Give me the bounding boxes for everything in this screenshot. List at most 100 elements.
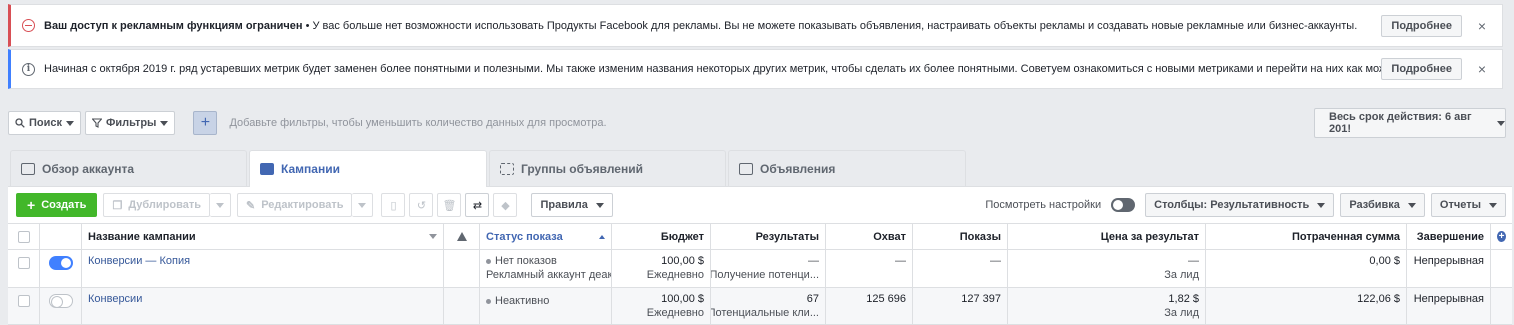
clipboard-icon: ▯ xyxy=(390,199,397,212)
edit-button[interactable]: ✎ Редактировать xyxy=(237,193,353,217)
budget-column-header[interactable]: Бюджет xyxy=(612,224,711,249)
breakdown-button[interactable]: Разбивка xyxy=(1340,193,1425,217)
campaign-name-link[interactable]: Конверсии xyxy=(88,293,142,305)
date-range-picker[interactable]: Весь срок действия: 6 авг 201! xyxy=(1314,108,1506,138)
column-label: Потраченная сумма xyxy=(1291,230,1400,243)
chevron-down-icon xyxy=(216,202,224,208)
warning-cell xyxy=(444,288,480,324)
row-spacer xyxy=(1491,250,1512,287)
view-settings-toggle[interactable] xyxy=(1111,198,1136,212)
tab-label: Обзор аккаунта xyxy=(42,162,135,176)
chevron-down-icon xyxy=(1407,202,1416,208)
warning-cell xyxy=(444,250,480,287)
revert-icon: ↺ xyxy=(416,199,427,212)
delete-button[interactable]: 🗑 xyxy=(437,193,462,217)
end-cell: Непрерывная xyxy=(1407,288,1491,324)
learn-more-button[interactable]: Подробнее xyxy=(1381,14,1462,37)
reports-button[interactable]: Отчеты xyxy=(1430,193,1506,217)
results-cell: — Получение потенци... xyxy=(711,250,826,287)
name-column-header[interactable]: Название кампании xyxy=(82,224,444,249)
learn-more-button[interactable]: Подробнее xyxy=(1381,58,1462,80)
row-checkbox[interactable] xyxy=(17,295,30,307)
rules-button[interactable]: Правила xyxy=(531,193,613,217)
column-label: Показы xyxy=(959,230,1001,243)
campaigns-panel: + Создать ❐ Дублировать ✎ Редактировать … xyxy=(8,186,1512,325)
cpr-column-header[interactable]: Цена за результат xyxy=(1008,224,1206,249)
filters-button[interactable]: Фильтры xyxy=(85,111,176,135)
plus-icon: + xyxy=(27,197,36,213)
tab-account-overview[interactable]: Обзор аккаунта xyxy=(10,150,247,187)
columns-label: Столбцы: Результативность xyxy=(1154,199,1310,211)
select-all-checkbox[interactable] xyxy=(17,230,30,243)
chevron-down-icon xyxy=(358,202,367,208)
results-cell: 67 Потенциальные кли... xyxy=(711,288,826,324)
duplicate-icon: ❐ xyxy=(112,199,123,212)
edit-dropdown[interactable] xyxy=(352,193,374,217)
grid-icon xyxy=(500,163,514,175)
trash-icon: 🗑 xyxy=(442,199,457,212)
close-icon[interactable]: × xyxy=(1476,62,1488,76)
campaign-toolbar: + Создать ❐ Дублировать ✎ Редактировать … xyxy=(16,193,1506,217)
tab-ads[interactable]: Объявления xyxy=(728,150,966,187)
impressions-cell: 127 397 xyxy=(913,288,1008,324)
reach-column-header[interactable]: Охват xyxy=(826,224,913,249)
campaigns-table: Название кампании Статус показа Бюджет Р… xyxy=(8,223,1512,325)
select-all-cell xyxy=(8,224,40,249)
ab-test-button[interactable]: ▯ xyxy=(381,193,406,217)
ad-icon xyxy=(739,163,753,175)
close-icon[interactable]: × xyxy=(1476,19,1488,33)
columns-button[interactable]: Столбцы: Результативность xyxy=(1145,193,1335,217)
table-row[interactable]: Конверсии Неактивно 100,00 $ Ежедневно 6… xyxy=(8,288,1512,325)
impressions-value: 127 397 xyxy=(961,293,1001,305)
cpr-value: 1,82 $ xyxy=(1168,293,1199,305)
add-column-cell: + xyxy=(1491,224,1512,249)
chevron-down-icon xyxy=(160,120,169,126)
metrics-info-banner: i Начиная с октября 2019 г. ряд устаревш… xyxy=(8,49,1503,89)
row-select-cell xyxy=(8,288,40,324)
level-tabs: Обзор аккаунта Кампании Группы объявлени… xyxy=(10,150,1504,187)
toggle-column-header xyxy=(40,224,82,249)
add-filter-button[interactable]: + xyxy=(193,111,218,135)
banner-message: Ваш доступ к рекламным функциям ограниче… xyxy=(44,19,1358,32)
duplicate-dropdown[interactable] xyxy=(210,193,231,217)
campaign-name-link[interactable]: Конверсии — Копия xyxy=(88,255,190,267)
column-label: Название кампании xyxy=(88,230,196,243)
tab-ad-sets[interactable]: Группы объявлений xyxy=(489,150,726,187)
campaign-toggle[interactable] xyxy=(48,294,73,308)
warning-icon xyxy=(456,232,467,241)
budget-value: 100,00 $ xyxy=(661,293,704,305)
search-button[interactable]: Поиск xyxy=(8,111,82,135)
impressions-column-header[interactable]: Показы xyxy=(913,224,1008,249)
add-column-icon[interactable]: + xyxy=(1497,231,1506,242)
duplicate-button[interactable]: ❐ Дублировать xyxy=(103,193,210,217)
status-dot-icon xyxy=(486,258,491,264)
preview-icon: ⇄ xyxy=(472,199,483,212)
status-subtext: Рекламный аккаунт деакти xyxy=(486,269,612,281)
budget-period: Ежедневно xyxy=(646,307,704,319)
chevron-down-icon xyxy=(1497,120,1505,126)
end-cell: Непрерывная xyxy=(1407,250,1491,287)
end-column-header[interactable]: Завершение xyxy=(1407,224,1491,249)
filter-icon xyxy=(92,118,103,128)
campaign-toggle[interactable] xyxy=(48,256,73,270)
reach-value: — xyxy=(895,255,906,267)
row-toggle-cell xyxy=(40,250,82,287)
status-column-header[interactable]: Статус показа xyxy=(480,224,612,249)
results-column-header[interactable]: Результаты xyxy=(711,224,826,249)
row-checkbox[interactable] xyxy=(17,257,30,269)
revert-button[interactable]: ↺ xyxy=(409,193,434,217)
date-range-label: Весь срок действия: 6 авг 201! xyxy=(1329,111,1472,135)
preview-button[interactable]: ⇄ xyxy=(465,193,490,217)
tab-campaigns[interactable]: Кампании xyxy=(249,150,487,187)
create-button[interactable]: + Создать xyxy=(16,193,98,217)
spend-column-header[interactable]: Потраченная сумма xyxy=(1206,224,1407,249)
table-row[interactable]: Конверсии — Копия Нет показов Рекламный … xyxy=(8,250,1512,288)
tag-button[interactable]: ◆ xyxy=(493,193,518,217)
banner-message: Начиная с октября 2019 г. ряд устаревших… xyxy=(44,63,1382,75)
warning-column-header[interactable] xyxy=(444,224,480,249)
column-label: Результаты xyxy=(755,230,819,243)
account-overview-icon xyxy=(21,163,35,175)
filter-bar: Поиск Фильтры + Добавьте фильтры, чтобы … xyxy=(8,108,1506,138)
cpr-value: — xyxy=(1188,255,1199,267)
tab-label: Объявления xyxy=(760,162,836,176)
